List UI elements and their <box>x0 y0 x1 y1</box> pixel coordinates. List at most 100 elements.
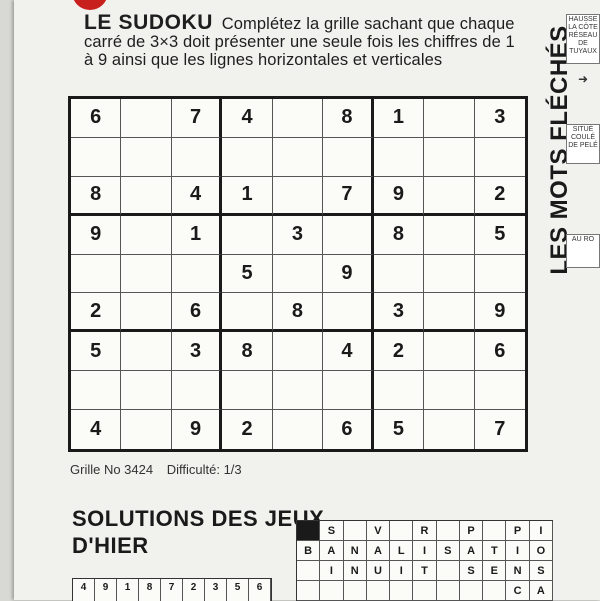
sudoku-cell[interactable]: 8 <box>222 332 273 372</box>
sudoku-cell[interactable] <box>323 137 374 177</box>
sudoku-cell[interactable]: 9 <box>323 254 374 294</box>
section-tab <box>72 0 108 10</box>
sudoku-cell[interactable] <box>424 137 475 177</box>
sudoku-cell[interactable] <box>424 371 475 411</box>
sudoku-cell[interactable]: 3 <box>272 215 324 255</box>
sudoku-cell[interactable]: 4 <box>323 332 374 372</box>
sudoku-cell[interactable]: 9 <box>373 176 425 216</box>
sudoku-cell[interactable] <box>474 138 525 177</box>
sudoku-cell[interactable]: 5 <box>474 216 525 255</box>
sudoku-cell[interactable]: 3 <box>373 293 425 333</box>
sudoku-cell[interactable] <box>424 176 475 216</box>
sudoku-cell[interactable] <box>71 371 122 411</box>
sudoku-cell[interactable]: 7 <box>475 410 525 449</box>
sudoku-cell[interactable] <box>424 332 475 372</box>
sudoku-cell[interactable]: 7 <box>171 99 223 138</box>
sudoku-cell[interactable]: 9 <box>474 293 525 333</box>
sudoku-cell[interactable] <box>373 371 425 411</box>
sudoku-cell[interactable]: 8 <box>272 293 324 333</box>
sudoku-cell[interactable] <box>323 371 374 411</box>
crossword-cell <box>483 521 507 541</box>
sudoku-cell[interactable]: 9 <box>71 215 122 255</box>
solution-strip-cell: 2 <box>183 579 205 601</box>
sudoku-cell[interactable] <box>71 254 122 294</box>
sudoku-cell[interactable] <box>121 332 172 372</box>
sudoku-cell[interactable] <box>121 371 172 411</box>
sudoku-cell[interactable] <box>121 410 172 449</box>
sudoku-cell[interactable] <box>272 332 324 372</box>
sudoku-cell[interactable] <box>474 255 525 294</box>
crossword-cell: B <box>297 541 321 561</box>
sudoku-cell[interactable] <box>474 371 525 411</box>
crossword-cell: P <box>506 521 530 541</box>
arrow-icon: ➜ <box>578 72 589 86</box>
sudoku-cell[interactable] <box>272 99 324 138</box>
sudoku-cell[interactable] <box>373 254 425 294</box>
sudoku-cell[interactable]: 1 <box>171 215 223 255</box>
sudoku-grid[interactable]: 674813841792913855926839538426492657 <box>68 96 528 452</box>
sudoku-cell[interactable]: 6 <box>474 332 525 372</box>
crossword-cell <box>436 561 460 581</box>
sudoku-cell[interactable]: 6 <box>171 293 223 333</box>
sudoku-cell[interactable]: 7 <box>323 176 374 216</box>
sudoku-cell[interactable] <box>121 99 172 138</box>
crossword-cell <box>343 521 367 541</box>
sudoku-cell[interactable]: 4 <box>222 99 273 138</box>
sudoku-cell[interactable]: 8 <box>71 176 122 216</box>
sudoku-cell[interactable]: 5 <box>374 410 425 449</box>
sudoku-cell[interactable] <box>121 254 172 294</box>
sudoku-cell[interactable]: 1 <box>373 99 425 138</box>
sudoku-cell[interactable]: 4 <box>171 176 223 216</box>
sudoku-cell[interactable] <box>272 176 324 216</box>
sudoku-cell[interactable] <box>222 293 273 333</box>
sudoku-cell[interactable] <box>121 176 172 216</box>
sudoku-cell[interactable]: 5 <box>222 254 273 294</box>
sudoku-cell[interactable] <box>424 254 475 294</box>
sudoku-cell[interactable] <box>222 137 273 177</box>
crossword-cell: T <box>413 561 437 581</box>
sudoku-cell[interactable] <box>273 410 324 449</box>
crossword-cell: S <box>459 561 484 581</box>
sudoku-cell[interactable]: 3 <box>171 332 223 372</box>
sudoku-cell[interactable]: 6 <box>71 99 122 138</box>
sudoku-cell[interactable]: 2 <box>71 293 122 333</box>
sudoku-cell[interactable] <box>171 254 223 294</box>
sudoku-cell[interactable]: 8 <box>323 99 374 138</box>
sudoku-cell[interactable]: 4 <box>71 410 122 449</box>
sudoku-cell[interactable]: 6 <box>323 410 374 449</box>
sudoku-cell[interactable]: 1 <box>222 176 273 216</box>
sudoku-cell[interactable] <box>171 371 223 411</box>
sudoku-cell[interactable] <box>424 410 475 449</box>
crossword-cell: P <box>459 521 484 541</box>
crossword-cell: N <box>506 561 530 581</box>
sudoku-cell[interactable] <box>373 137 425 177</box>
sudoku-cell[interactable] <box>323 215 374 255</box>
sudoku-cell[interactable] <box>222 215 273 255</box>
sudoku-cell[interactable]: 8 <box>373 215 425 255</box>
sudoku-cell[interactable] <box>424 215 475 255</box>
solutions-title: SOLUTIONS DES JEUX D'HIER <box>72 505 324 559</box>
sudoku-cell[interactable] <box>272 371 324 411</box>
sudoku-cell[interactable] <box>424 99 475 138</box>
sudoku-cell[interactable] <box>323 293 374 333</box>
sudoku-cell[interactable] <box>272 254 324 294</box>
sudoku-cell[interactable]: 2 <box>474 177 525 216</box>
sudoku-cell[interactable] <box>272 137 324 177</box>
sudoku-cell[interactable] <box>121 215 172 255</box>
sudoku-cell[interactable] <box>71 137 122 177</box>
crossword-cell: E <box>483 561 507 581</box>
crossword-cell <box>436 521 460 541</box>
sudoku-cell[interactable] <box>171 137 223 177</box>
sudoku-cell[interactable] <box>121 137 172 177</box>
sudoku-cell[interactable]: 3 <box>474 99 525 138</box>
sudoku-cell[interactable] <box>222 371 273 411</box>
sudoku-cell[interactable]: 2 <box>222 410 273 449</box>
crossword-cell: C <box>506 581 530 601</box>
grid-number: Grille No 3424 <box>70 462 154 477</box>
sudoku-cell[interactable]: 9 <box>172 410 223 449</box>
sudoku-cell[interactable] <box>424 293 475 333</box>
sudoku-cell[interactable] <box>121 293 172 333</box>
sudoku-cell[interactable]: 2 <box>373 332 425 372</box>
sudoku-cell[interactable]: 5 <box>71 332 122 372</box>
crossword-cell: I <box>390 561 414 581</box>
